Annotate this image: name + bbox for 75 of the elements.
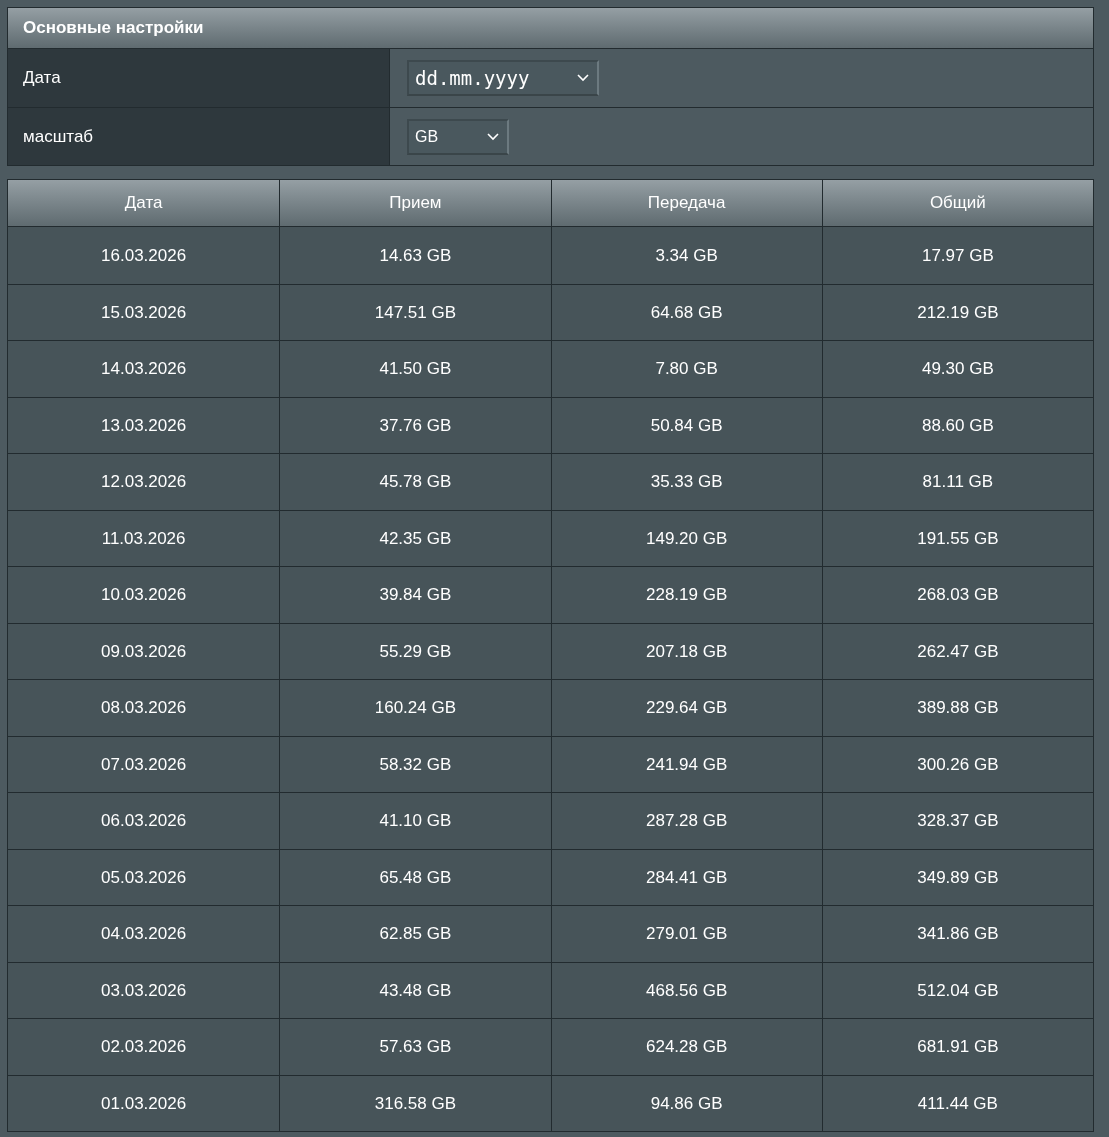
table-cell: 468.56 GB: [550, 961, 822, 1018]
table-cell: 41.10 GB: [279, 792, 551, 849]
table-cell: 349.89 GB: [821, 848, 1093, 905]
table-cell: 05.03.2026: [8, 848, 280, 905]
table-cell: 228.19 GB: [550, 566, 822, 623]
table-cell: 316.58 GB: [279, 1074, 551, 1131]
table-cell: 389.88 GB: [821, 679, 1093, 736]
table-cell: 14.03.2026: [8, 340, 280, 397]
column-header: Дата: [8, 180, 280, 227]
table-cell: 57.63 GB: [279, 1018, 551, 1075]
table-cell: 268.03 GB: [821, 566, 1093, 623]
table-cell: 65.48 GB: [279, 848, 551, 905]
chevron-down-icon: [487, 132, 499, 141]
table-cell: 12.03.2026: [8, 453, 280, 510]
table-cell: 512.04 GB: [821, 961, 1093, 1018]
table-cell: 50.84 GB: [550, 396, 822, 453]
table-cell: 04.03.2026: [8, 905, 280, 962]
table-cell: 62.85 GB: [279, 905, 551, 962]
table-cell: 55.29 GB: [279, 622, 551, 679]
table-cell: 15.03.2026: [8, 283, 280, 340]
table-cell: 02.03.2026: [8, 1018, 280, 1075]
table-cell: 17.97 GB: [821, 227, 1093, 284]
table-cell: 160.24 GB: [279, 679, 551, 736]
table-cell: 3.34 GB: [550, 227, 822, 284]
table-cell: 41.50 GB: [279, 340, 551, 397]
table-cell: 207.18 GB: [550, 622, 822, 679]
table-cell: 149.20 GB: [550, 509, 822, 566]
column-header: Передача: [550, 180, 822, 227]
table-cell: 13.03.2026: [8, 396, 280, 453]
table-cell: 262.47 GB: [821, 622, 1093, 679]
table-cell: 16.03.2026: [8, 227, 280, 284]
table-cell: 624.28 GB: [550, 1018, 822, 1075]
chevron-down-icon: [577, 74, 589, 82]
table-cell: 88.60 GB: [821, 396, 1093, 453]
table-cell: 45.78 GB: [279, 453, 551, 510]
table-cell: 58.32 GB: [279, 735, 551, 792]
table-cell: 11.03.2026: [8, 509, 280, 566]
table-cell: 229.64 GB: [550, 679, 822, 736]
table-cell: 681.91 GB: [821, 1018, 1093, 1075]
table-cell: 7.80 GB: [550, 340, 822, 397]
table-cell: 49.30 GB: [821, 340, 1093, 397]
column-header: Общий: [821, 180, 1093, 227]
table-cell: 284.41 GB: [550, 848, 822, 905]
table-cell: 94.86 GB: [550, 1074, 822, 1131]
column-header: Прием: [279, 180, 551, 227]
table-cell: 212.19 GB: [821, 283, 1093, 340]
table-cell: 43.48 GB: [279, 961, 551, 1018]
table-cell: 147.51 GB: [279, 283, 551, 340]
table-cell: 341.86 GB: [821, 905, 1093, 962]
table-cell: 411.44 GB: [821, 1074, 1093, 1131]
table-cell: 39.84 GB: [279, 566, 551, 623]
field-label: Дата: [8, 49, 390, 107]
table-cell: 07.03.2026: [8, 735, 280, 792]
table-cell: 03.03.2026: [8, 961, 280, 1018]
table-cell: 08.03.2026: [8, 679, 280, 736]
date-field[interactable]: dd.mm.yyyy: [407, 60, 599, 96]
table-cell: 14.63 GB: [279, 227, 551, 284]
table-cell: 35.33 GB: [550, 453, 822, 510]
panel-title: Основные настройки: [8, 8, 1093, 49]
field-label: масштаб: [8, 108, 390, 165]
table-cell: 01.03.2026: [8, 1074, 280, 1131]
table-cell: 241.94 GB: [550, 735, 822, 792]
table-cell: 279.01 GB: [550, 905, 822, 962]
table-cell: 06.03.2026: [8, 792, 280, 849]
table-cell: 10.03.2026: [8, 566, 280, 623]
table-cell: 42.35 GB: [279, 509, 551, 566]
table-cell: 328.37 GB: [821, 792, 1093, 849]
table-cell: 37.76 GB: [279, 396, 551, 453]
table-cell: 300.26 GB: [821, 735, 1093, 792]
table-cell: 09.03.2026: [8, 622, 280, 679]
table-cell: 287.28 GB: [550, 792, 822, 849]
table-cell: 191.55 GB: [821, 509, 1093, 566]
unit-dropdown[interactable]: GB: [407, 118, 509, 155]
table-cell: 81.11 GB: [821, 453, 1093, 510]
table-cell: 64.68 GB: [550, 283, 822, 340]
